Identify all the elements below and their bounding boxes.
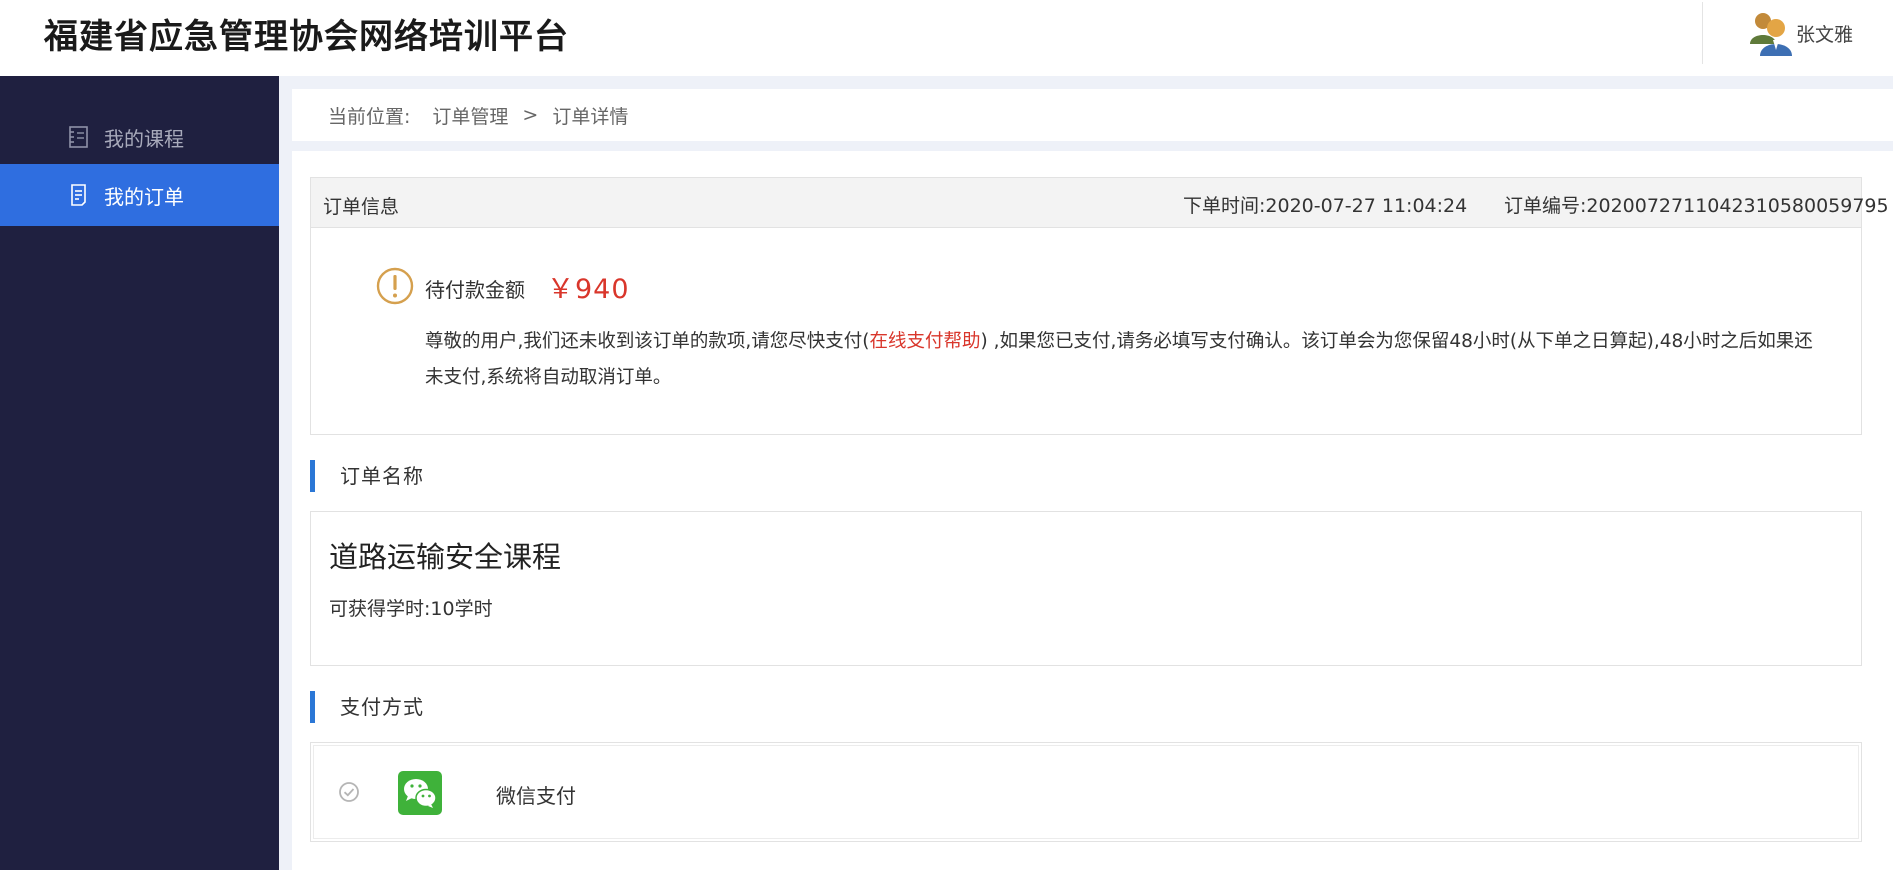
radio-check-icon[interactable] [338, 781, 360, 803]
breadcrumb-current: 订单详情 [552, 105, 629, 128]
order-info-header: 订单信息 下单时间:2020-07-27 11:04:24 订单编号:20200… [311, 178, 1889, 228]
order-info-panel: 订单信息 下单时间:2020-07-27 11:04:24 订单编号:20200… [310, 177, 1889, 435]
course-book-icon [69, 126, 88, 148]
user-group-avatar-icon [1750, 13, 1792, 56]
sidebar-item-my-courses[interactable]: 我的课程 [0, 106, 279, 168]
order-name-heading: 订单名称 [310, 460, 424, 492]
breadcrumb-link-order-management[interactable]: 订单管理 [432, 102, 508, 129]
breadcrumb: 当前位置: 订单管理 > 订单详情 [292, 89, 1893, 141]
warning-icon [376, 267, 414, 305]
sidebar-item-label: 我的课程 [104, 126, 184, 151]
course-hours: 可获得学时:10学时 [329, 598, 493, 620]
amount-due-value: ￥940 [547, 274, 630, 305]
user-name: 张文雅 [1796, 23, 1854, 46]
order-info-title: 订单信息 [323, 196, 400, 218]
sidebar-item-my-orders[interactable]: 我的订单 [0, 164, 279, 226]
course-info-panel: 道路运输安全课程 可获得学时:10学时 [310, 511, 1862, 666]
order-time: 下单时间:2020-07-27 11:04:24 [1183, 195, 1468, 217]
order-number: 订单编号:20200727110423105800597​95 [1504, 195, 1889, 217]
payment-method-label: 微信支付 [496, 784, 576, 808]
breadcrumb-separator: > [522, 104, 539, 126]
payment-option-wechat[interactable]: 微信支付 [313, 745, 1859, 839]
sidebar-item-label: 我的订单 [104, 184, 184, 209]
amount-due-label: 待付款金额 [425, 278, 525, 302]
course-name: 道路运输安全课程 [329, 540, 562, 574]
breadcrumb-prefix: 当前位置: [328, 105, 411, 128]
user-menu[interactable]: 张文雅 [1748, 10, 1853, 56]
online-payment-help-link[interactable]: 在线支付帮助 [869, 331, 980, 352]
order-document-icon [71, 184, 86, 206]
wechat-pay-icon [398, 771, 442, 815]
sidebar: 我的课程 我的订单 [0, 76, 279, 870]
payment-method-panel: 微信支付 [310, 742, 1862, 842]
notice-text-before: 尊敬的用户,我们还未收到该订单的款项,请您尽快支付( [425, 331, 870, 352]
header: 福建省应急管理协会网络培训平台 张文雅 [0, 0, 1893, 76]
header-divider [1702, 2, 1703, 64]
site-title: 福建省应急管理协会网络培训平台 [44, 17, 569, 57]
payment-method-heading: 支付方式 [310, 691, 424, 723]
main-content: 订单信息 下单时间:2020-07-27 11:04:24 订单编号:20200… [292, 151, 1893, 870]
payment-notice: 尊敬的用户,我们还未收到该订单的款项,请您尽快支付(在线支付帮助) ,如果您已支… [425, 324, 1825, 396]
